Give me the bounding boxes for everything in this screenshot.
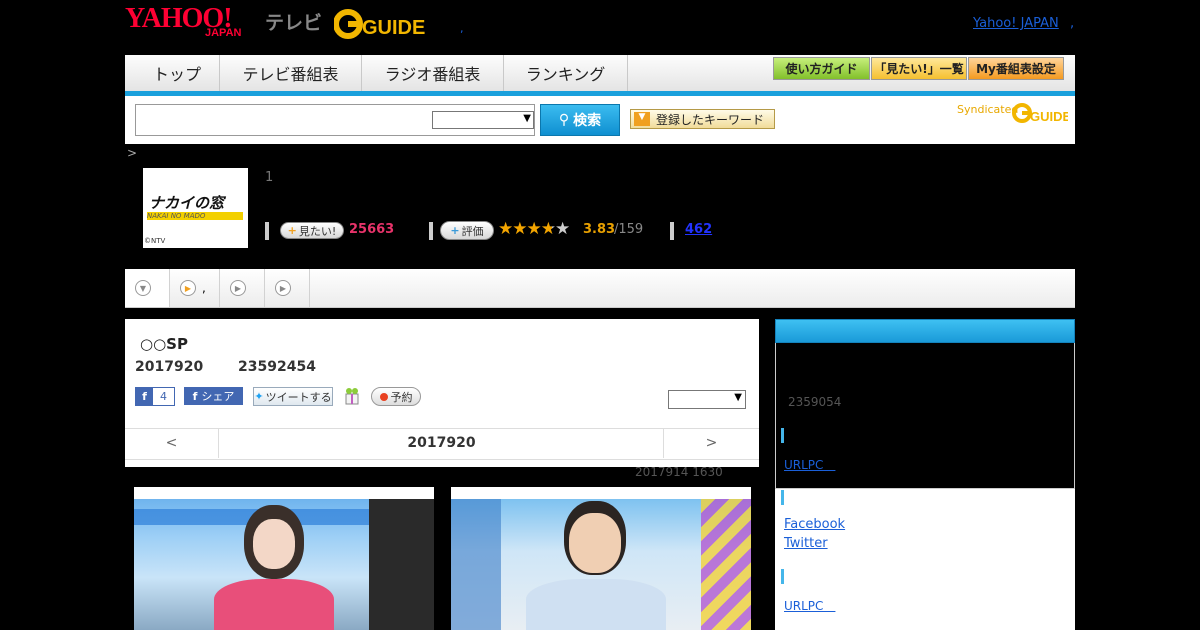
program-meta-number: 1	[265, 170, 274, 185]
thumb-subtitle: NAKAI NO MADO	[147, 212, 243, 220]
gift-icon[interactable]	[343, 387, 361, 405]
guide-button[interactable]: 使い方ガイド	[773, 57, 870, 80]
twitter-icon: ✦	[254, 390, 264, 403]
rating-value: 3.83	[583, 222, 616, 237]
facebook-share-button[interactable]: f シェア	[184, 387, 243, 405]
divider	[265, 222, 269, 240]
subtab-0[interactable]: ▼	[125, 269, 170, 307]
record-icon	[379, 392, 388, 401]
reserve-label: 予約	[390, 390, 413, 404]
chevron-down-icon: ▼	[523, 113, 531, 124]
plus-icon: +	[450, 224, 460, 237]
facebook-icon: f	[136, 388, 153, 405]
registered-keyword-button[interactable]: ▼ 登録したキーワード	[630, 109, 775, 129]
yahoo-japan-logo-text: JAPAN	[205, 27, 242, 39]
current-date: 2017920	[407, 435, 476, 451]
play-icon: ▶	[180, 280, 196, 296]
rating-count: /159	[614, 222, 644, 237]
review-count-link[interactable]: 462	[685, 222, 712, 237]
facebook-icon: f	[192, 389, 198, 403]
chevron-down-icon: ▼	[135, 280, 151, 296]
my-listing-settings-button[interactable]: My番組表設定	[968, 57, 1064, 80]
episode-title: ○○SP	[140, 335, 188, 353]
tab-top[interactable]: トップ	[135, 55, 220, 91]
keyword-label: 登録したキーワード	[656, 112, 765, 127]
sidebar-marker	[781, 490, 784, 505]
subtab-2[interactable]: ▶	[220, 269, 265, 307]
search-category-select[interactable]: ▼	[432, 111, 534, 129]
divider	[429, 222, 433, 240]
plus-icon: +	[287, 224, 297, 237]
rate-button[interactable]: + 評価	[440, 221, 494, 240]
cast-photo-1[interactable]	[134, 487, 434, 630]
sidebar-marker	[781, 428, 784, 443]
tab-radio-listings[interactable]: ラジオ番組表	[362, 55, 504, 91]
gguide-logo-text: GUIDE	[362, 17, 425, 39]
episode-select[interactable]: ▼	[668, 390, 746, 409]
mitai-button[interactable]: + 見たい!	[280, 222, 344, 239]
play-icon: ▶	[230, 280, 246, 296]
search-button[interactable]: ⚲ 検索	[540, 104, 620, 136]
gguide-logo[interactable]: GUIDE	[334, 8, 432, 40]
syndicated-label: Syndicated	[957, 103, 1019, 116]
updated-timestamp: 2017914 1630	[635, 465, 723, 479]
subtab-3[interactable]: ▶	[265, 269, 310, 307]
tab-ranking[interactable]: ランキング	[504, 55, 628, 91]
subtab-1[interactable]: ▶ ,	[170, 269, 220, 307]
breadcrumb[interactable]: >	[127, 146, 137, 160]
thumb-title: ナカイの窓	[149, 194, 225, 212]
star-icon: ★	[512, 219, 527, 239]
sidebar-number: 2359054	[788, 395, 842, 409]
chevron-down-icon: ▼	[734, 392, 742, 403]
facebook-like-button[interactable]: f 4	[135, 387, 175, 406]
program-subtabs: ▼ ▶ , ▶ ▶	[125, 269, 1075, 308]
previous-date-button[interactable]: <	[125, 428, 219, 458]
episode-id: 23592454	[238, 359, 316, 375]
search-icon: ⚲	[558, 112, 570, 128]
sidebar-header	[775, 319, 1075, 343]
sidebar-url-link-2[interactable]: URLPC	[784, 597, 835, 614]
svg-text:GUIDE: GUIDE	[1030, 109, 1068, 124]
program-thumbnail: ナカイの窓 NAKAI NO MADO ©NTV	[143, 168, 248, 248]
sidebar-twitter-link[interactable]: Twitter	[784, 536, 828, 551]
header-dot: ,	[1070, 16, 1075, 31]
thumb-copyright: ©NTV	[144, 237, 166, 245]
divider	[670, 222, 674, 240]
sidebar-facebook-link[interactable]: Facebook	[784, 517, 845, 532]
rating-stars: ★★★★★	[498, 219, 570, 239]
rate-label: 評価	[461, 224, 484, 238]
facebook-like-count: 4	[160, 390, 167, 403]
triangle-down-icon: ▼	[634, 112, 650, 126]
next-date-button[interactable]: >	[663, 428, 759, 458]
star-icon: ★	[526, 219, 542, 239]
star-icon: ★	[555, 219, 570, 239]
main-nav: トップ テレビ番組表 ラジオ番組表 ランキング 使い方ガイド 「見たい!」一覧 …	[125, 55, 1075, 96]
tv-label[interactable]: テレビ	[265, 8, 322, 35]
sidebar-marker	[781, 569, 784, 584]
tweet-label: ツイートする	[265, 390, 332, 404]
tab-tv-listings[interactable]: テレビ番組表	[220, 55, 362, 91]
tweet-button[interactable]: ✦ ツイートする	[253, 387, 333, 406]
search-button-label: 検索	[573, 113, 602, 129]
yahoo-japan-link[interactable]: Yahoo! JAPAN	[973, 16, 1059, 31]
reserve-button[interactable]: 予約	[371, 387, 421, 406]
gguide-small-logo: GUIDE	[1012, 103, 1068, 124]
mitai-list-button[interactable]: 「見たい!」一覧	[871, 57, 967, 80]
episode-date: 2017920	[135, 359, 204, 375]
facebook-share-label: シェア	[201, 390, 235, 403]
star-icon: ★	[498, 219, 513, 239]
play-icon: ▶	[275, 280, 291, 296]
sidebar-url-link-1[interactable]: URLPC	[784, 456, 835, 473]
header-separator: ,	[460, 22, 464, 35]
star-icon: ★	[540, 219, 556, 239]
mitai-count: 25663	[349, 222, 395, 237]
mitai-label: 見たい!	[298, 224, 337, 238]
cast-photo-2[interactable]	[451, 487, 751, 630]
